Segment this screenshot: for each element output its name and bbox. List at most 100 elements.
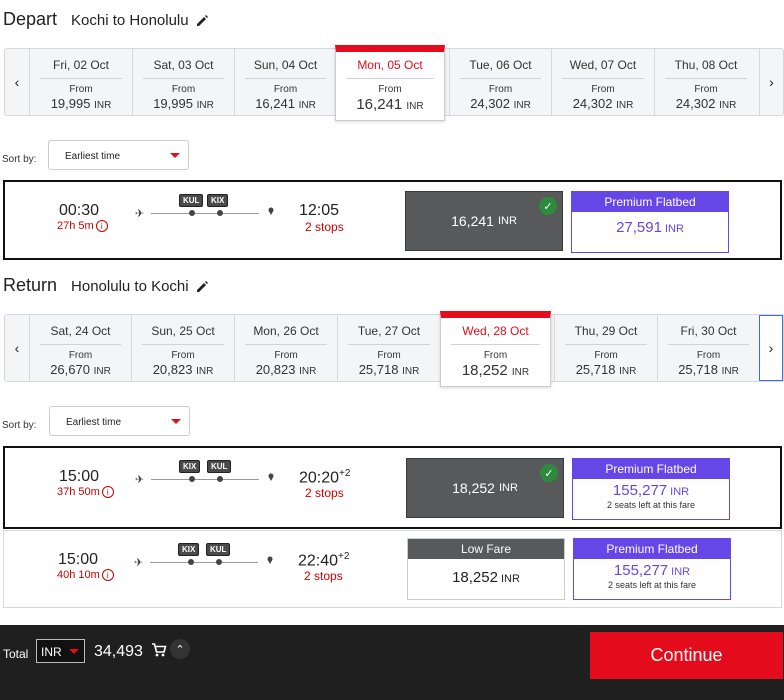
date-price: 19,995 INR xyxy=(30,96,132,111)
from-label: From xyxy=(591,84,615,95)
route-line xyxy=(151,479,259,480)
depart-prev-dates-button[interactable]: ‹ xyxy=(5,49,29,115)
date-price: 24,302 INR xyxy=(655,96,757,111)
duration-value: 37h 50m xyxy=(57,486,100,498)
return-route-label: Honolulu to Kochi xyxy=(71,278,189,295)
fare-price: 18,252 xyxy=(452,480,495,496)
divider xyxy=(143,78,224,79)
currency-label: INR xyxy=(721,366,739,377)
premium-fare-button[interactable]: Premium Flatbed 27,591 INR xyxy=(571,191,729,253)
premium-fare-price: 27,591 INR xyxy=(572,219,728,236)
return-flight-row[interactable]: 15:00 40h 10m i ✈ KIX KUL 22:40+2 2 stops… xyxy=(3,530,782,608)
date-label: Thu, 29 Oct xyxy=(574,324,638,338)
stops-count: 2 stops xyxy=(304,569,343,583)
depart-date-cell[interactable]: Tue, 06 Oct From 24,302 INR xyxy=(449,49,551,115)
divider xyxy=(460,78,541,79)
date-price: 16,241 INR xyxy=(235,96,336,111)
depart-sort-select[interactable]: Earliest time xyxy=(48,140,189,170)
return-title: Return xyxy=(3,275,58,295)
price-value: 26,670 xyxy=(50,362,90,377)
currency-label: INR xyxy=(616,100,634,111)
return-date-cell[interactable]: Sat, 24 Oct From 26,670 INR xyxy=(29,315,131,381)
route-diagram: ✈ KIX KUL xyxy=(134,543,274,573)
depart-route-label: Kochi to Honolulu xyxy=(71,12,189,29)
depart-flight-row[interactable]: 00:30 27h 5m i ✈ KUL KIX 12:05 2 stops 16… xyxy=(3,180,782,260)
low-fare-button[interactable]: Low Fare 18,252 INR xyxy=(407,538,565,600)
depart-title: Depart xyxy=(3,9,58,29)
pencil-icon[interactable] xyxy=(195,14,209,28)
return-route[interactable]: Honolulu to Kochi xyxy=(71,278,209,295)
info-icon[interactable]: i xyxy=(95,220,108,232)
continue-button[interactable]: Continue xyxy=(590,632,783,679)
return-sort-select[interactable]: Earliest time xyxy=(49,406,190,436)
divider xyxy=(346,78,434,79)
premium-fare-button[interactable]: Premium Flatbed 155,277 INR 2 seats left … xyxy=(573,538,731,600)
fare-currency: INR xyxy=(500,573,520,585)
depart-date-cell[interactable]: Sun, 04 Oct From 16,241 INR xyxy=(234,49,336,115)
price-value: 18,252 xyxy=(461,362,508,379)
depart-next-dates-button[interactable]: › xyxy=(759,49,783,115)
depart-date-cell[interactable]: Sat, 03 Oct From 19,995 INR xyxy=(132,49,234,115)
date-price: 20,823 INR xyxy=(235,362,337,377)
chevron-left-icon: ‹ xyxy=(14,74,20,90)
return-prev-dates-button[interactable]: ‹ xyxy=(5,315,29,381)
seats-left-note: 2 seats left at this fare xyxy=(606,500,696,510)
depart-route[interactable]: Kochi to Honolulu xyxy=(71,12,209,29)
sort-value: Earliest time xyxy=(66,417,122,428)
info-icon[interactable]: i xyxy=(101,486,114,498)
info-icon[interactable]: i xyxy=(101,569,114,581)
date-price: 19,995 INR xyxy=(133,96,234,111)
from-label: From xyxy=(694,84,718,95)
return-date-cell[interactable]: Sun, 25 Oct From 20,823 INR xyxy=(131,315,234,381)
pencil-icon[interactable] xyxy=(195,280,209,294)
chevron-up-icon[interactable]: ⌃ xyxy=(170,639,190,659)
return-date-cell-selected[interactable]: Wed, 28 Oct From 18,252 INR xyxy=(440,311,551,387)
arrival-time: 12:05 xyxy=(299,202,339,220)
depart-date-cell[interactable]: Fri, 02 Oct From 19,995 INR xyxy=(29,49,132,115)
chevron-right-icon: › xyxy=(769,74,774,90)
currency-label: INR xyxy=(196,100,214,111)
currency-select[interactable]: INR xyxy=(36,639,85,663)
return-date-cell[interactable]: Thu, 29 Oct From 25,718 INR xyxy=(554,315,657,381)
fare-currency: INR xyxy=(498,482,518,494)
stopover-airport-tag: KIX xyxy=(207,194,229,207)
flight-duration: 27h 5m i xyxy=(57,220,108,232)
chevron-left-icon: ‹ xyxy=(14,340,20,356)
return-next-dates-button[interactable]: › xyxy=(759,315,783,381)
depart-date-cell[interactable]: Wed, 07 Oct From 24,302 INR xyxy=(551,49,654,115)
from-label: From xyxy=(171,350,195,361)
date-label: Wed, 07 Oct xyxy=(569,58,637,72)
divider xyxy=(565,344,647,345)
premium-price-value: 155,277 xyxy=(612,482,668,499)
return-flight-row[interactable]: 15:00 37h 50m i ✈ KIX KUL 20:20+2 2 stops… xyxy=(3,446,782,529)
selected-fare-button[interactable]: 16,241 INR ✓ xyxy=(405,191,563,251)
date-price: 16,241 INR xyxy=(336,96,444,113)
premium-fare-price: 155,277 INR xyxy=(574,562,730,579)
return-sort-label: Sort by: xyxy=(2,420,37,431)
seats-left-note: 2 seats left at this fare xyxy=(607,580,697,590)
date-price: 18,252 INR xyxy=(441,362,550,379)
depart-date-cell[interactable]: Thu, 08 Oct From 24,302 INR xyxy=(654,49,757,115)
total-amount: 34,493 xyxy=(94,643,143,660)
route-line xyxy=(150,562,258,563)
price-value: 24,302 xyxy=(572,96,613,111)
fare-price: 18,252 xyxy=(452,569,498,586)
date-label: Mon, 26 Oct xyxy=(253,324,319,338)
depart-date-cell-selected[interactable]: Mon, 05 Oct From 16,241 INR xyxy=(335,45,445,121)
from-label: From xyxy=(69,84,93,95)
caret-down-icon xyxy=(69,649,79,654)
total-bar: Total INR 34,493 ⌃ Continue xyxy=(0,625,784,700)
selected-fare-button[interactable]: 18,252 INR ✓ xyxy=(406,458,564,518)
duration-value: 27h 5m xyxy=(57,220,94,232)
currency-label: INR xyxy=(298,100,316,111)
departure-time: 00:30 xyxy=(59,202,100,219)
return-date-cell[interactable]: Fri, 30 Oct From 25,718 INR xyxy=(657,315,759,381)
premium-price-value: 27,591 xyxy=(616,219,662,236)
return-date-cell[interactable]: Tue, 27 Oct From 25,718 INR xyxy=(337,315,440,381)
return-header: Return Honolulu to Kochi xyxy=(3,275,209,296)
return-date-cell[interactable]: Mon, 26 Oct From 20,823 INR xyxy=(234,315,337,381)
currency-value: INR xyxy=(41,645,62,659)
date-price: 26,670 INR xyxy=(30,362,131,377)
premium-fare-button[interactable]: Premium Flatbed 155,277 INR 2 seats left … xyxy=(572,458,730,520)
stop-dot xyxy=(216,559,222,565)
